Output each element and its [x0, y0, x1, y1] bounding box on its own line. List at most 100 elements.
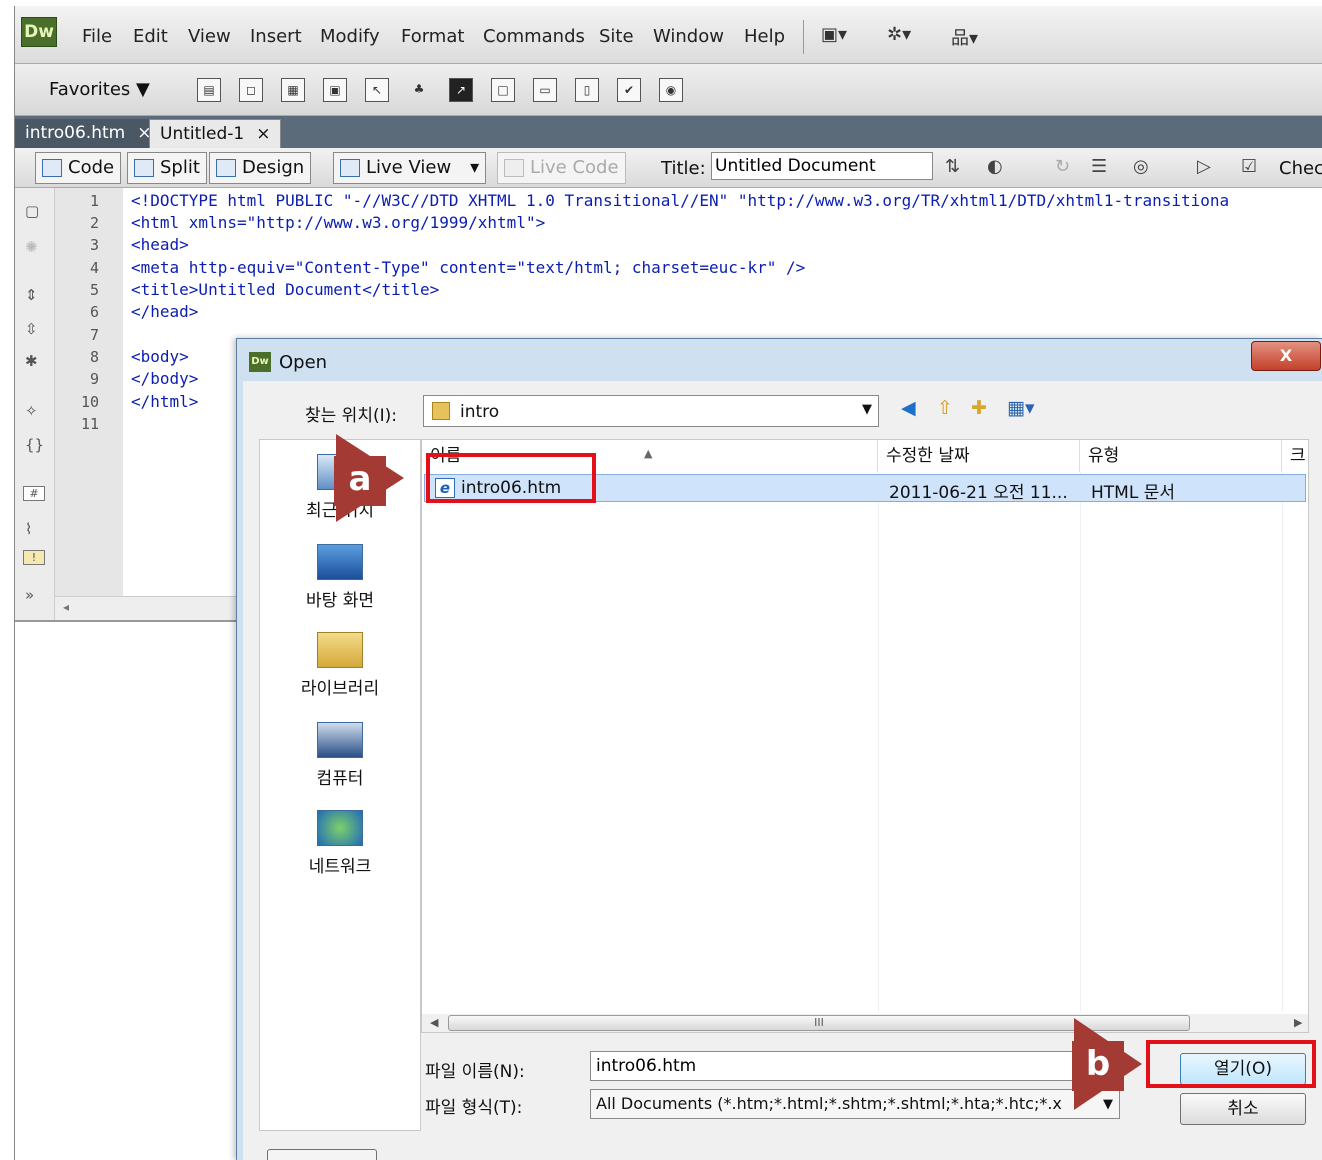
place-computer[interactable]: 컴퓨터: [260, 722, 420, 789]
menu-modify[interactable]: Modify: [320, 26, 380, 47]
tab-intro06[interactable]: intro06.htm ×: [15, 119, 162, 148]
menu-view[interactable]: View: [188, 26, 231, 47]
scroll-left-icon[interactable]: ◂: [63, 600, 69, 614]
column-divider: [1080, 472, 1081, 1012]
collapse-selection-icon[interactable]: ⇳: [25, 320, 38, 338]
expand-all-icon[interactable]: ✱: [25, 352, 38, 370]
column-size[interactable]: 크: [1282, 440, 1308, 472]
gear-icon[interactable]: ✲▾: [887, 24, 911, 45]
flash-icon[interactable]: ↗: [449, 78, 473, 102]
column-label: 유형: [1088, 446, 1120, 466]
show-code-navigator-icon[interactable]: ✺: [25, 238, 38, 256]
callout-a-label: a: [334, 456, 386, 506]
file-name-field[interactable]: [590, 1051, 1120, 1081]
live-code-button[interactable]: Live Code: [497, 152, 626, 184]
scroll-left-icon[interactable]: ◀: [430, 1016, 438, 1029]
refresh-icon[interactable]: ↻: [1055, 156, 1070, 177]
code-label: Code: [68, 157, 115, 178]
split-view-button[interactable]: Split: [127, 152, 207, 184]
tab-label: Untitled-1: [160, 124, 245, 144]
menu-edit[interactable]: Edit: [133, 26, 168, 47]
image-icon[interactable]: ▣: [323, 78, 347, 102]
desktop-icon: [317, 544, 363, 580]
radio-button-icon[interactable]: ◉: [659, 78, 683, 102]
look-in-value: intro: [460, 402, 500, 422]
dreamweaver-icon: Dw: [249, 352, 271, 372]
new-folder-icon[interactable]: ✚: [971, 397, 987, 419]
column-modified[interactable]: 수정한 날짜: [878, 440, 1080, 472]
look-in-dropdown[interactable]: intro ▼: [423, 395, 879, 427]
split-label: Split: [160, 157, 200, 178]
code-line: </body>: [131, 369, 199, 388]
back-icon[interactable]: ◀: [901, 397, 916, 419]
menu-window[interactable]: Window: [653, 26, 724, 47]
document-tab-bar: intro06.htm × Untitled-1 ×: [15, 116, 1322, 148]
design-view-button[interactable]: Design: [209, 152, 312, 184]
code-horizontal-scrollbar[interactable]: ◂: [55, 596, 255, 620]
open-documents-icon[interactable]: ▢: [25, 202, 39, 220]
place-label: 바탕 화면: [306, 591, 374, 611]
live-view-button[interactable]: Live View ▾: [333, 152, 487, 184]
collapse-tag-icon[interactable]: ⇕: [25, 286, 38, 304]
line-numbers-icon[interactable]: #: [23, 486, 45, 501]
text-field-icon[interactable]: ▭: [533, 78, 557, 102]
line-number: 10: [80, 393, 99, 411]
menu-insert[interactable]: Insert: [250, 26, 302, 47]
validate-icon[interactable]: ▷: [1197, 156, 1211, 177]
place-network[interactable]: 네트워크: [260, 810, 420, 877]
site-icon[interactable]: 品▾: [951, 24, 978, 50]
code-line: <title>Untitled Document</title>: [131, 280, 440, 299]
line-number: 7: [89, 326, 99, 344]
more-tools-icon[interactable]: »: [25, 586, 34, 604]
chevron-down-icon[interactable]: ▼: [862, 402, 872, 417]
highlight-invalid-code-icon[interactable]: ⌇: [25, 520, 32, 538]
browser-preview-icon[interactable]: ◐: [987, 156, 1003, 177]
comment-icon[interactable]: ◻: [239, 78, 263, 102]
up-folder-icon[interactable]: ⇧: [937, 397, 953, 419]
textarea-icon[interactable]: ▯: [575, 78, 599, 102]
file-management-icon[interactable]: ⇅: [945, 156, 960, 177]
close-button[interactable]: X: [1251, 341, 1321, 371]
rollover-icon[interactable]: ↖: [365, 78, 389, 102]
table-icon[interactable]: ▦: [281, 78, 305, 102]
close-icon[interactable]: ×: [256, 124, 270, 144]
chevron-down-icon[interactable]: ▾: [470, 153, 479, 183]
place-libraries[interactable]: 라이브러리: [260, 632, 420, 699]
select-parent-tag-icon[interactable]: ✧: [25, 402, 38, 420]
scroll-right-icon[interactable]: ▶: [1294, 1016, 1302, 1029]
site-root-button[interactable]: [267, 1149, 377, 1160]
visual-aids-icon[interactable]: ◎: [1133, 156, 1149, 177]
code-line: <meta http-equiv="Content-Type" content=…: [131, 258, 806, 277]
check-browser-icon[interactable]: ☑: [1241, 156, 1257, 177]
div-tag-icon[interactable]: ▤: [197, 78, 221, 102]
code-view-button[interactable]: Code: [35, 152, 122, 184]
cancel-button[interactable]: 취소: [1180, 1093, 1306, 1125]
file-list-horizontal-scrollbar[interactable]: ◀ III ▶: [422, 1014, 1308, 1032]
code-line: <!DOCTYPE html PUBLIC "-//W3C//DTD XHTML…: [131, 191, 1230, 210]
view-options-icon[interactable]: ☰: [1091, 156, 1107, 177]
look-in-label: 찾는 위치(I):: [305, 406, 397, 426]
form-icon[interactable]: □: [491, 78, 515, 102]
syntax-error-alerts-icon[interactable]: !: [23, 550, 45, 565]
menu-help[interactable]: Help: [744, 26, 785, 47]
file-type-select[interactable]: All Documents (*.htm;*.html;*.shtm;*.sht…: [590, 1089, 1120, 1119]
dialog-title: Open: [279, 352, 328, 373]
menu-format[interactable]: Format: [401, 26, 464, 47]
checkbox-icon[interactable]: ✔: [617, 78, 641, 102]
place-desktop[interactable]: 바탕 화면: [260, 544, 420, 611]
balance-braces-icon[interactable]: {}: [25, 436, 44, 454]
file-modified: 2011-06-21 오전 11...: [889, 483, 1068, 503]
favorites-label: Favorites: [49, 79, 131, 100]
layout-icon[interactable]: ▣▾: [821, 24, 847, 45]
menu-file[interactable]: File: [82, 26, 112, 47]
document-title-field[interactable]: [711, 152, 933, 180]
favorites-dropdown[interactable]: Favorites ▼: [49, 79, 150, 100]
menu-site[interactable]: Site: [599, 26, 634, 47]
media-icon[interactable]: ♣: [407, 78, 431, 102]
tab-untitled-1[interactable]: Untitled-1 ×: [149, 119, 282, 148]
column-type[interactable]: 유형: [1080, 440, 1282, 472]
check-page-label[interactable]: Chec: [1279, 158, 1322, 179]
code-line: <body>: [131, 347, 189, 366]
menu-commands[interactable]: Commands: [483, 26, 585, 47]
view-menu-icon[interactable]: ▦▾: [1007, 397, 1035, 419]
